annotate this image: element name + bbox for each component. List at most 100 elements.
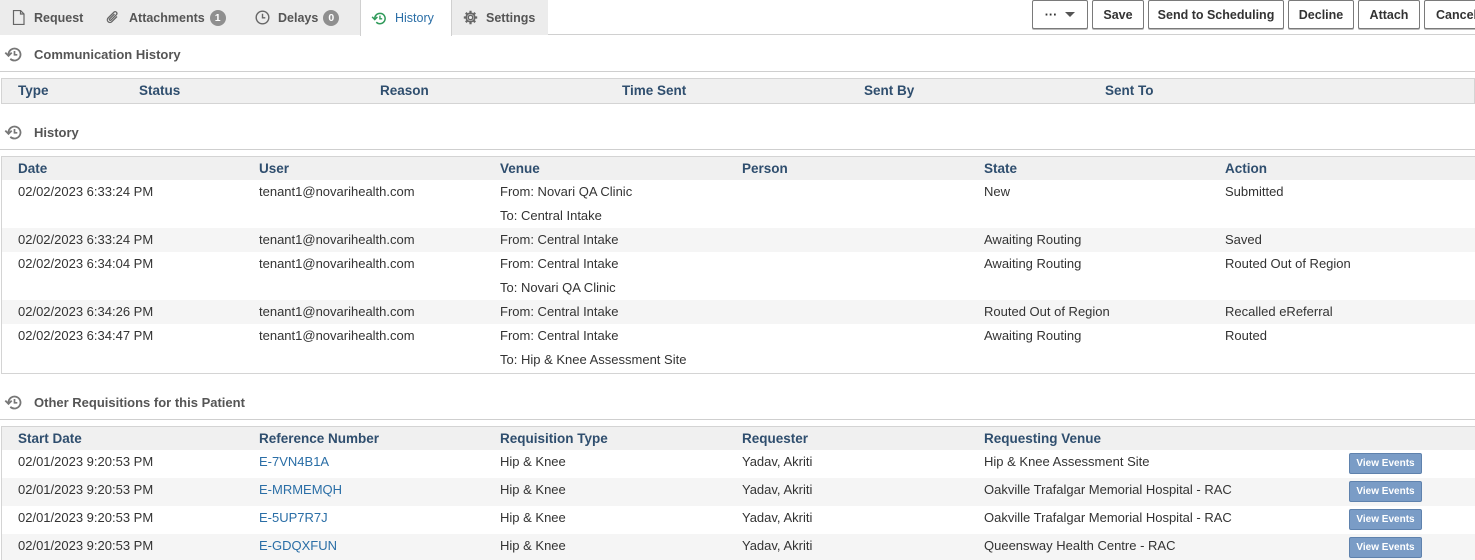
requesting-venue-cell: Oakville Trafalgar Memorial Hospital - R… bbox=[984, 510, 1232, 525]
send-to-scheduling-button[interactable]: Send to Scheduling bbox=[1148, 0, 1284, 29]
tab-attachments[interactable]: Attachments 1 bbox=[95, 0, 244, 35]
column-header[interactable]: Time Sent bbox=[622, 79, 686, 102]
other-requisitions-header: Other Requisitions for this Patient bbox=[0, 386, 1475, 420]
requester-cell: Yadav, Akriti bbox=[742, 482, 813, 497]
column-header[interactable]: Type bbox=[18, 79, 49, 102]
date-cell: 02/02/2023 6:34:04 PM bbox=[18, 256, 154, 271]
reference-number-link[interactable]: E-MRMEMQH bbox=[259, 478, 342, 502]
start-date-cell: 02/01/2023 9:20:53 PM bbox=[18, 510, 154, 525]
column-header[interactable]: Status bbox=[139, 79, 180, 102]
tab-label: Delays bbox=[278, 10, 319, 25]
table-row: 02/01/2023 9:20:53 PM E-5UP7R7J Hip & Kn… bbox=[2, 506, 1475, 534]
table-row: 02/02/2023 6:33:24 PM tenant1@novariheal… bbox=[2, 228, 1475, 252]
column-header[interactable]: Venue bbox=[500, 157, 540, 180]
column-header[interactable]: Date bbox=[18, 157, 47, 180]
state-cell: Awaiting Routing bbox=[984, 328, 1082, 343]
column-header[interactable]: Reference Number bbox=[259, 427, 379, 450]
table-header: Date User Venue Person State Action bbox=[2, 157, 1475, 180]
requester-cell: Yadav, Akriti bbox=[742, 538, 813, 553]
requisition-type-cell: Hip & Knee bbox=[500, 538, 566, 553]
tab-request[interactable]: Request bbox=[0, 0, 95, 35]
date-cell: 02/02/2023 6:34:47 PM bbox=[18, 328, 154, 343]
column-header[interactable]: Reason bbox=[380, 79, 429, 102]
column-header[interactable]: User bbox=[259, 157, 289, 180]
state-cell: New bbox=[984, 184, 1011, 199]
reference-number-link[interactable]: E-7VN4B1A bbox=[259, 450, 329, 474]
state-cell: Awaiting Routing bbox=[984, 256, 1082, 271]
requisition-type-cell: Hip & Knee bbox=[500, 482, 566, 497]
action-cell: Saved bbox=[1225, 232, 1262, 247]
other-requisitions-table: Start Date Reference Number Requisition … bbox=[1, 426, 1475, 560]
venue-to: To: Central Intake bbox=[500, 208, 602, 223]
decline-button[interactable]: Decline bbox=[1288, 0, 1354, 29]
communication-history-table: Type Status Reason Time Sent Sent By Sen… bbox=[1, 78, 1475, 104]
venue-cell: From: Novari QA Clinic To: Central Intak… bbox=[500, 180, 632, 228]
start-date-cell: 02/01/2023 9:20:53 PM bbox=[18, 538, 154, 553]
column-header[interactable]: Action bbox=[1225, 157, 1267, 180]
attach-button[interactable]: Attach bbox=[1358, 0, 1420, 29]
venue-to: To: Novari QA Clinic bbox=[500, 280, 616, 295]
history-icon bbox=[3, 45, 23, 65]
user-cell: tenant1@novarihealth.com bbox=[259, 328, 415, 343]
column-header[interactable]: Requester bbox=[742, 427, 808, 450]
view-events-button[interactable]: View Events bbox=[1349, 509, 1422, 530]
delays-count-badge: 0 bbox=[323, 9, 340, 26]
requesting-venue-cell: Hip & Knee Assessment Site bbox=[984, 454, 1150, 469]
table-row: 02/01/2023 9:20:53 PM E-7VN4B1A Hip & Kn… bbox=[2, 450, 1475, 478]
user-cell: tenant1@novarihealth.com bbox=[259, 184, 415, 199]
action-cell: Recalled eReferral bbox=[1225, 304, 1333, 319]
user-cell: tenant1@novarihealth.com bbox=[259, 232, 415, 247]
user-cell: tenant1@novarihealth.com bbox=[259, 256, 415, 271]
chevron-down-icon bbox=[1065, 12, 1076, 17]
venue-from: From: Central Intake bbox=[500, 304, 619, 319]
tab-delays[interactable]: Delays 0 bbox=[244, 0, 360, 35]
requisition-type-cell: Hip & Knee bbox=[500, 510, 566, 525]
tab-settings[interactable]: Settings bbox=[452, 0, 548, 35]
view-events-button[interactable]: View Events bbox=[1349, 481, 1422, 502]
communication-history-header: Communication History bbox=[0, 38, 1475, 72]
view-events-button[interactable]: View Events bbox=[1349, 537, 1422, 558]
more-label: ··· bbox=[1044, 7, 1058, 22]
action-cell: Submitted bbox=[1225, 184, 1284, 199]
history-icon bbox=[371, 10, 387, 26]
column-header[interactable]: Person bbox=[742, 157, 788, 180]
requesting-venue-cell: Oakville Trafalgar Memorial Hospital - R… bbox=[984, 482, 1232, 497]
table-row: 02/02/2023 6:33:24 PM tenant1@novariheal… bbox=[2, 180, 1475, 228]
section-title: Other Requisitions for this Patient bbox=[34, 395, 245, 410]
column-header[interactable]: Start Date bbox=[18, 427, 82, 450]
paperclip-icon bbox=[105, 10, 121, 26]
venue-cell: From: Central Intake To: Novari QA Clini… bbox=[500, 252, 619, 300]
column-header[interactable]: State bbox=[984, 157, 1017, 180]
venue-from: From: Novari QA Clinic bbox=[500, 184, 633, 199]
section-title: History bbox=[34, 125, 79, 140]
tab-label: Settings bbox=[486, 10, 536, 25]
tab-history[interactable]: History bbox=[360, 0, 452, 36]
view-events-button[interactable]: View Events bbox=[1349, 453, 1422, 474]
save-button[interactable]: Save bbox=[1092, 0, 1144, 29]
state-cell: Routed Out of Region bbox=[984, 304, 1110, 319]
venue-cell: From: Central Intake bbox=[500, 300, 619, 324]
column-header[interactable]: Sent To bbox=[1105, 79, 1154, 102]
reference-number-link[interactable]: E-5UP7R7J bbox=[259, 506, 328, 530]
attachments-count-badge: 1 bbox=[209, 9, 226, 26]
column-header[interactable]: Requesting Venue bbox=[984, 427, 1101, 450]
venue-from: From: Central Intake bbox=[500, 328, 619, 343]
date-cell: 02/02/2023 6:34:26 PM bbox=[18, 304, 154, 319]
state-cell: Awaiting Routing bbox=[984, 232, 1082, 247]
column-header[interactable]: Sent By bbox=[864, 79, 914, 102]
table-row: 02/01/2023 9:20:53 PM E-GDQXFUN Hip & Kn… bbox=[2, 534, 1475, 560]
cancel-button[interactable]: Cancel bbox=[1424, 0, 1475, 29]
section-title: Communication History bbox=[34, 47, 181, 62]
table-row: 02/02/2023 6:34:04 PM tenant1@novariheal… bbox=[2, 252, 1475, 300]
venue-from: From: Central Intake bbox=[500, 256, 619, 271]
venue-cell: From: Central Intake bbox=[500, 228, 619, 252]
table-header: Start Date Reference Number Requisition … bbox=[2, 427, 1475, 450]
reference-number-link[interactable]: E-GDQXFUN bbox=[259, 534, 337, 558]
table-row: 02/01/2023 9:20:53 PM E-MRMEMQH Hip & Kn… bbox=[2, 478, 1475, 506]
more-actions-button[interactable]: ··· bbox=[1032, 0, 1088, 29]
column-header[interactable]: Requisition Type bbox=[500, 427, 608, 450]
requisition-type-cell: Hip & Knee bbox=[500, 454, 566, 469]
start-date-cell: 02/01/2023 9:20:53 PM bbox=[18, 454, 154, 469]
tab-label: History bbox=[395, 11, 434, 25]
table-row: 02/02/2023 6:34:47 PM tenant1@novariheal… bbox=[2, 324, 1475, 372]
